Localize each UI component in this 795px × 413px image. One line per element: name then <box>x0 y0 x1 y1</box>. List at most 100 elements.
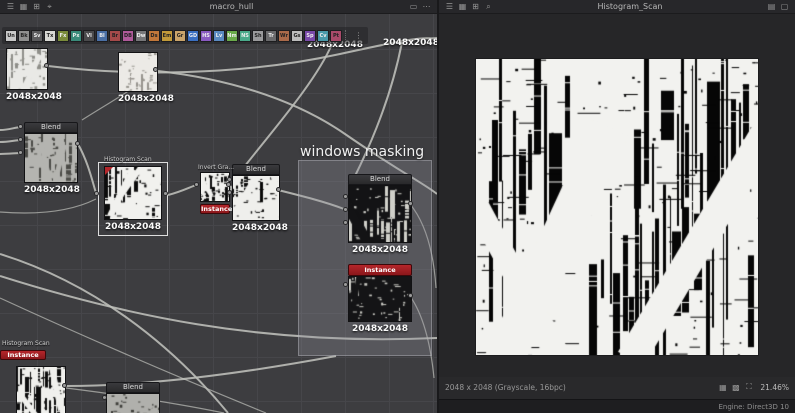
more-options-icon[interactable]: ⋯ <box>420 1 433 13</box>
node-thumbnail <box>16 366 66 413</box>
palette-vl-node-icon[interactable]: Vl <box>83 29 95 42</box>
palette-ns-node-icon[interactable]: NS <box>239 29 251 42</box>
palette-gr-node-icon[interactable]: Gr <box>174 29 186 42</box>
input-socket[interactable] <box>18 124 23 129</box>
output-socket[interactable] <box>408 201 413 206</box>
node-histogram-scan-j[interactable]: Instance <box>0 350 46 360</box>
panel-icon[interactable]: ▤ <box>765 1 778 13</box>
palette-gd-node-icon[interactable]: GD <box>187 29 199 42</box>
node-thumbnail <box>24 133 78 183</box>
node-thumbnail <box>348 276 412 322</box>
menu-icon[interactable]: ☰ <box>4 1 17 13</box>
node-thumbnail <box>6 48 48 90</box>
menu-icon[interactable]: ☰ <box>443 1 456 13</box>
node-blend-h[interactable]: Blend 2048x2048 <box>348 174 412 255</box>
output-socket[interactable] <box>276 187 281 192</box>
node-thumbnail <box>348 185 412 243</box>
node-histogram-scan-j-thumb[interactable] <box>16 366 66 413</box>
palette-fx-node-icon[interactable]: Fx <box>57 29 69 42</box>
input-socket[interactable] <box>18 150 23 155</box>
node-blend-c[interactable]: Blend 2048x2048 <box>24 122 80 195</box>
output-socket[interactable] <box>226 182 231 187</box>
output-socket[interactable] <box>44 63 49 68</box>
palette-gs-node-icon[interactable]: Gs <box>291 29 303 42</box>
palette-ds-node-icon[interactable]: Ds <box>148 29 160 42</box>
node-graph-canvas[interactable]: Un Bk Sv Tx Fx Px Vl Bl Br DB Dw Ds Em Gr GD HS Lv Nm NS Sh… <box>0 14 437 413</box>
panel-toggle-icon[interactable]: ▭ <box>407 1 420 13</box>
layout-grid-icon[interactable]: ▦ <box>456 1 469 13</box>
node-size-label: 2048x2048 <box>105 222 161 232</box>
palette-tx-node-icon[interactable]: Tx <box>44 29 56 42</box>
input-socket[interactable] <box>194 182 199 187</box>
graph-tab-title: macro_hull <box>209 2 254 11</box>
instance-badge: Instance <box>200 204 233 214</box>
node-bitmap-a[interactable]: 2048x2048 <box>6 48 62 102</box>
input-socket[interactable] <box>343 194 348 199</box>
palette-cv-node-icon[interactable]: Cv <box>317 29 329 42</box>
snap-grid-icon[interactable]: ⊞ <box>469 1 482 13</box>
palette-db-node-icon[interactable]: DB <box>122 29 134 42</box>
tiling-icon[interactable]: ▦ <box>716 381 729 393</box>
focus-icon[interactable]: ⌖ <box>43 1 56 13</box>
palette-bl-node-icon[interactable]: Bl <box>96 29 108 42</box>
snap-grid-icon[interactable]: ⊞ <box>30 1 43 13</box>
texture-info-label: 2048 x 2048 (Grayscale, 16bpc) <box>445 382 566 392</box>
output-socket[interactable] <box>62 383 67 388</box>
node-size-label: 2048x2048 <box>232 223 288 233</box>
texture-viewport[interactable] <box>439 14 795 377</box>
graph-toolbar-right: ▭ ⋯ <box>407 1 433 13</box>
input-socket[interactable] <box>227 190 232 195</box>
palette-sh-node-icon[interactable]: Sh <box>252 29 264 42</box>
texture-preview-2d[interactable] <box>475 58 759 356</box>
node-bitmap-b[interactable]: 2048x2048 <box>118 52 174 104</box>
palette-dw-node-icon[interactable]: Dw <box>135 29 147 42</box>
input-socket[interactable] <box>94 191 99 196</box>
output-socket[interactable] <box>75 141 80 146</box>
output-socket[interactable] <box>153 67 158 72</box>
palette-br-node-icon[interactable]: Br <box>109 29 121 42</box>
palette-nm-node-icon[interactable]: Nm <box>226 29 238 42</box>
input-socket[interactable] <box>343 207 348 212</box>
palette-sp-node-icon[interactable]: Sp <box>304 29 316 42</box>
palette-un-node-icon[interactable]: Un <box>5 29 17 42</box>
palette-bk-node-icon[interactable]: Bk <box>18 29 30 42</box>
node-size-label: 2048x2048 <box>352 324 408 334</box>
output-socket[interactable] <box>163 191 168 196</box>
palette-more-icon[interactable]: ⋮ <box>352 30 365 42</box>
fit-view-icon[interactable]: ⛶ <box>742 381 755 393</box>
float-window-icon[interactable]: ▢ <box>778 1 791 13</box>
palette-pt-node-icon[interactable]: Pt <box>330 29 342 42</box>
node-title: Blend <box>348 174 412 185</box>
node-thumbnail <box>200 172 230 202</box>
input-socket[interactable] <box>18 137 23 142</box>
palette-px-node-icon[interactable]: Px <box>70 29 82 42</box>
palette-sv-node-icon[interactable]: Sv <box>31 29 43 42</box>
palette-hs-node-icon[interactable]: HS <box>200 29 212 42</box>
node-invert-e[interactable]: Instance <box>200 172 233 214</box>
palette-separator <box>345 29 349 42</box>
graph-editor-panel: ☰ ▦ ⊞ ⌖ macro_hull ▭ ⋯ Un Bk Sv Tx Fx Px… <box>0 0 437 413</box>
palette-em-node-icon[interactable]: Em <box>161 29 173 42</box>
graph-comment-label: windows masking <box>300 144 425 160</box>
node-size-label: 2048x2048 <box>24 185 80 195</box>
layout-grid-icon[interactable]: ▦ <box>17 1 30 13</box>
panel-splitter[interactable] <box>437 0 439 413</box>
input-socket[interactable] <box>227 177 232 182</box>
search-icon[interactable]: ⌕ <box>482 1 495 13</box>
node-thumbnail <box>106 393 160 413</box>
node-blend-f[interactable]: Blend 2048x2048 <box>232 164 288 233</box>
input-socket[interactable] <box>343 282 348 287</box>
input-socket[interactable] <box>102 395 107 400</box>
checker-background-icon[interactable]: ▩ <box>729 381 742 393</box>
input-socket[interactable] <box>343 220 348 225</box>
node-instance-i[interactable]: Instance 2048x2048 <box>348 264 412 334</box>
palette-lv-node-icon[interactable]: Lv <box>213 29 225 42</box>
palette-wr-node-icon[interactable]: Wr <box>278 29 290 42</box>
node-clipped-top-2[interactable]: 2048x2048 <box>376 36 437 48</box>
palette-tr-node-icon[interactable]: Tr <box>265 29 277 42</box>
node-size-label: 2048x2048 <box>6 92 62 102</box>
view-status-icons: ▦ ▩ ⛶ <box>716 381 755 393</box>
node-histogram-scan-d[interactable]: 2048x2048 <box>104 166 162 232</box>
output-socket[interactable] <box>408 293 413 298</box>
node-blend-k[interactable]: Blend <box>106 382 160 413</box>
